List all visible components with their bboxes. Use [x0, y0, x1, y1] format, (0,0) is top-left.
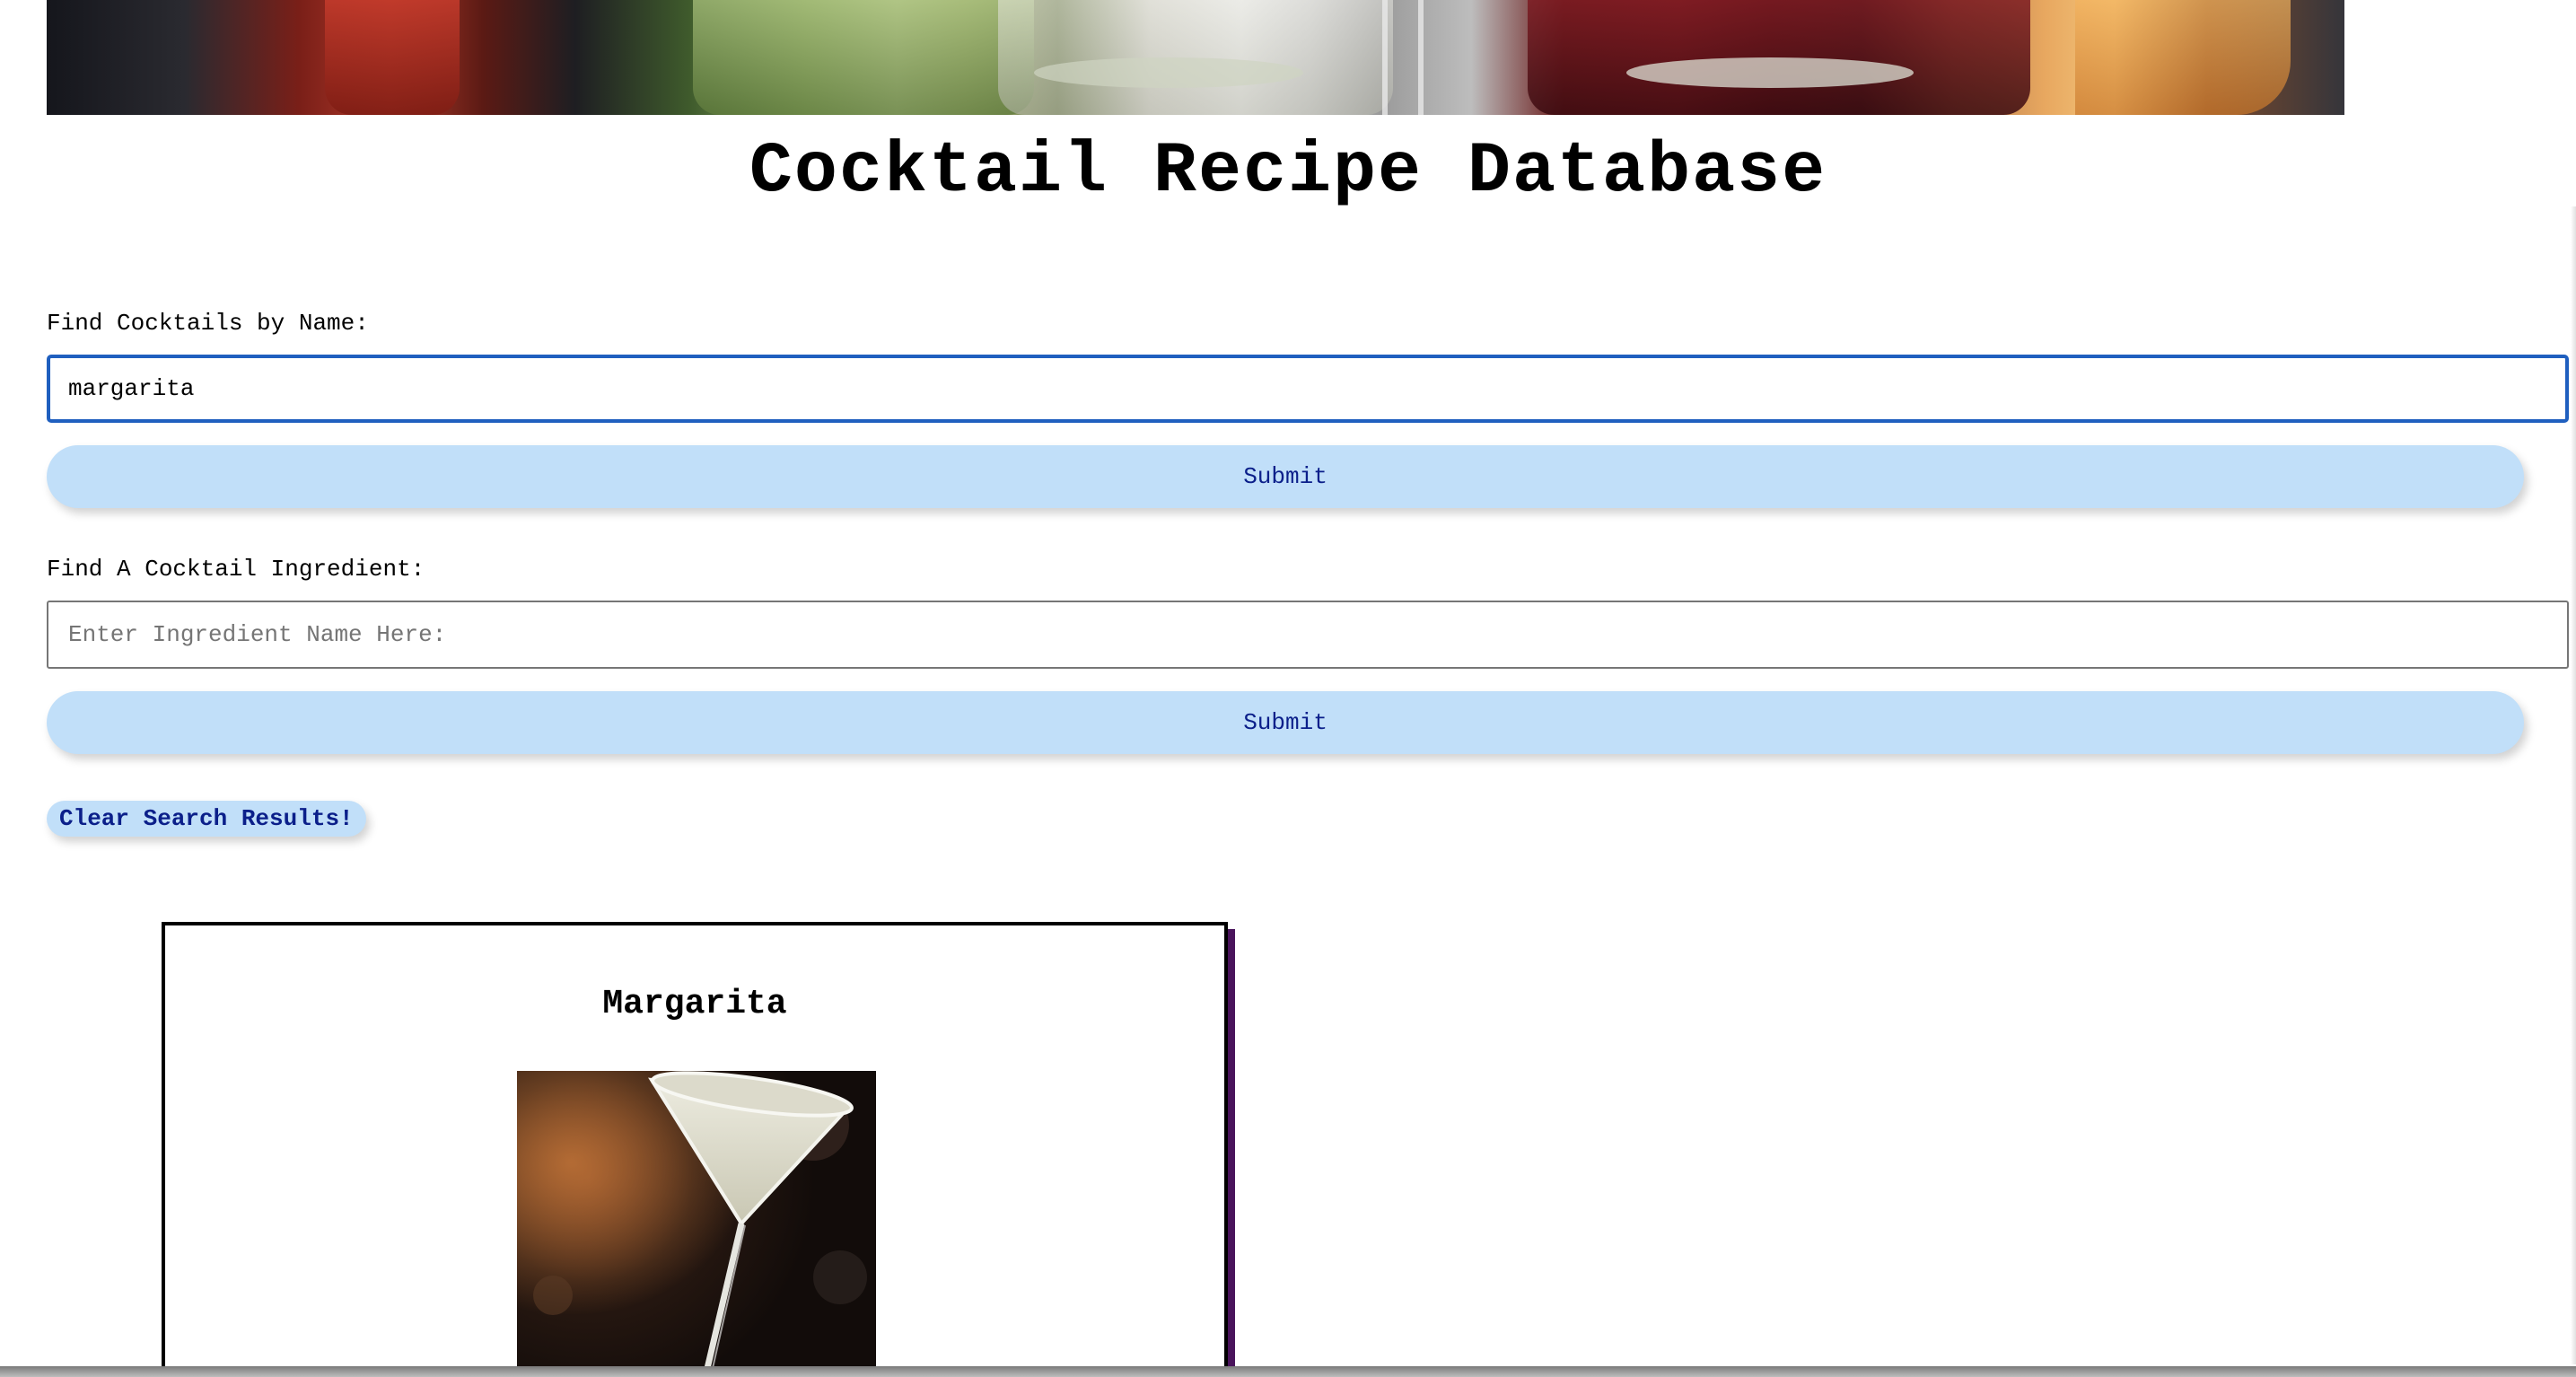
- hero-banner-image: [47, 0, 2344, 115]
- ingredient-search-label: Find A Cocktail Ingredient:: [47, 556, 425, 583]
- clear-results-button[interactable]: Clear Search Results!: [47, 801, 366, 837]
- name-search-label: Find Cocktails by Name:: [47, 310, 369, 337]
- ingredient-submit-button[interactable]: Submit: [47, 691, 2524, 754]
- page: Cocktail Recipe Database Find Cocktails …: [0, 0, 2576, 1377]
- name-submit-button[interactable]: Submit: [47, 445, 2524, 508]
- name-search-input[interactable]: [47, 355, 2569, 423]
- margarita-photo: [517, 1071, 876, 1376]
- window-edge-shadow: [2571, 206, 2576, 1364]
- window-bottom-edge: [0, 1366, 2576, 1377]
- ingredient-search-input[interactable]: [47, 601, 2569, 669]
- page-title: Cocktail Recipe Database: [749, 131, 1827, 213]
- cocktail-card[interactable]: Margarita: [162, 922, 1228, 1377]
- cocktail-name: Margarita: [602, 985, 787, 1023]
